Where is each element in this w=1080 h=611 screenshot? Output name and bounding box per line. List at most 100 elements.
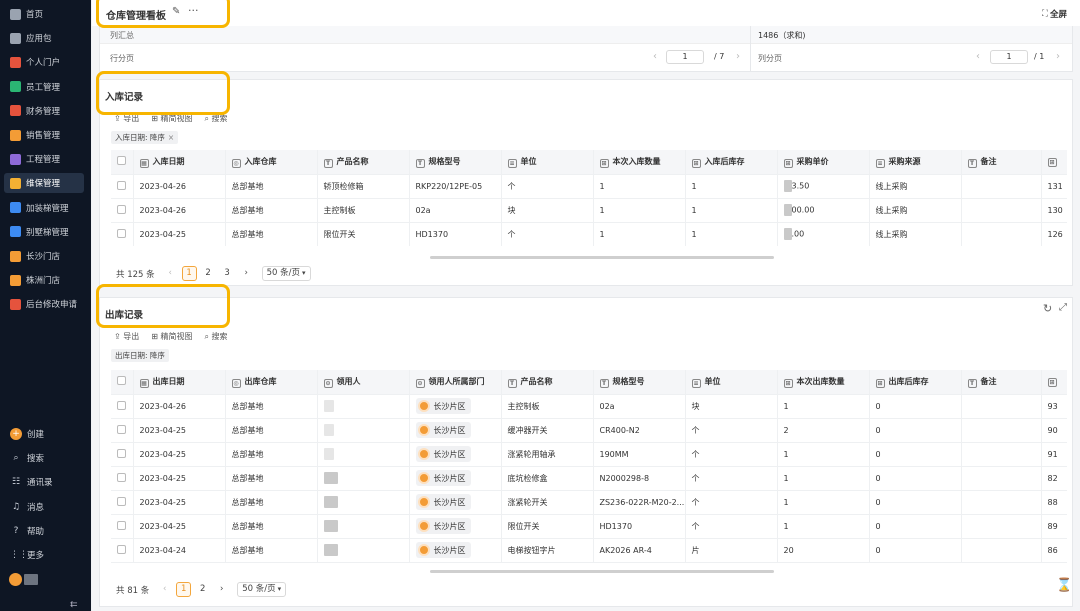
column-header[interactable]: ⊞ 本次出库数量 — [777, 370, 870, 395]
sidebar-item[interactable]: 株洲门店 — [4, 270, 84, 290]
column-header[interactable]: ≡ 采购来源 — [869, 150, 962, 175]
table-cell[interactable]: 00.00 — [777, 198, 870, 223]
table-cell[interactable]: 0 — [869, 490, 962, 515]
table-cell[interactable]: 0 — [869, 538, 962, 563]
table-cell[interactable]: 底坑检修盒 — [501, 466, 594, 491]
table-cell[interactable]: 1 — [777, 490, 870, 515]
table-cell[interactable]: 0 — [869, 394, 962, 419]
column-header[interactable]: ⊞ 出库后库存 — [869, 370, 962, 395]
table-cell[interactable]: 限位开关 — [317, 222, 410, 246]
table-cell[interactable]: 82 — [1041, 466, 1067, 491]
table-cell[interactable]: 线上采购 — [869, 198, 962, 223]
table-cell[interactable]: 总部基地 — [225, 490, 318, 515]
table-cell[interactable]: 2023-04-26 — [133, 174, 226, 199]
table-cell[interactable]: 91 — [1041, 442, 1067, 467]
row-checkbox[interactable] — [111, 174, 134, 199]
column-header[interactable]: ⊞ — [1041, 150, 1067, 175]
department-tag[interactable]: 长沙片区 — [415, 398, 471, 414]
table-cell[interactable]: 2023-04-26 — [133, 198, 226, 223]
row-checkbox[interactable] — [111, 514, 134, 539]
table-cell[interactable]: 块 — [685, 394, 778, 419]
col-page-input[interactable]: 1 — [990, 50, 1028, 64]
sidebar-bottom-item[interactable]: ♫ 消息 — [4, 497, 84, 517]
row-checkbox[interactable] — [111, 418, 134, 443]
table-cell[interactable]: 89 — [1041, 514, 1067, 539]
table-cell[interactable]: 总部基地 — [225, 538, 318, 563]
inbound-sort-filter[interactable]: 入库日期: 降序 × — [111, 131, 179, 144]
col-prev-icon[interactable]: ‹ — [976, 51, 980, 62]
column-header[interactable]: ▦ 出库日期 — [133, 370, 226, 395]
table-cell[interactable] — [317, 394, 410, 419]
table-cell[interactable] — [317, 490, 410, 515]
column-header[interactable]: ▦ 入库日期 — [133, 150, 226, 175]
table-cell[interactable] — [961, 174, 1042, 199]
table-cell[interactable]: 0 — [869, 466, 962, 491]
table-cell[interactable]: 电梯按钮字片 — [501, 538, 594, 563]
outbound-export-button[interactable]: ⇪ 导出 — [114, 331, 139, 342]
table-cell[interactable] — [961, 538, 1042, 563]
sidebar-bottom-item[interactable]: ? 帮助 — [4, 521, 84, 541]
table-cell[interactable]: 个 — [685, 466, 778, 491]
table-cell[interactable]: 总部基地 — [225, 394, 318, 419]
department-tag[interactable]: 长沙片区 — [415, 446, 471, 462]
row-page-input[interactable]: 1 — [666, 50, 704, 64]
table-cell[interactable]: 长沙片区 — [409, 490, 502, 515]
col-next-icon[interactable]: › — [1056, 51, 1060, 62]
table-cell[interactable] — [317, 466, 410, 491]
sidebar-item[interactable]: 销售管理 — [4, 125, 84, 145]
table-cell[interactable]: 1 — [777, 394, 870, 419]
sidebar-bottom-item[interactable]: ⋮⋮ 更多 — [4, 545, 84, 565]
outbound-scrollbar[interactable] — [430, 570, 774, 573]
table-cell[interactable] — [961, 442, 1042, 467]
refresh-icon[interactable]: ↻ — [1043, 302, 1052, 315]
table-row[interactable]: 2023-04-25 总部基地 限位开关 HD1370 个 1 1.00 线上采购 126 — [111, 222, 1067, 246]
row-prev-icon[interactable]: ‹ — [653, 51, 657, 62]
sidebar-item[interactable]: 别墅梯管理 — [4, 222, 84, 242]
table-cell[interactable]: 线上采购 — [869, 174, 962, 199]
row-next-icon[interactable]: › — [736, 51, 740, 62]
table-cell[interactable]: 126 — [1041, 222, 1067, 246]
column-header[interactable]: ⊙ 领用人所属部门 — [409, 370, 502, 395]
table-cell[interactable] — [961, 418, 1042, 443]
table-cell[interactable]: 限位开关 — [501, 514, 594, 539]
table-cell[interactable] — [961, 222, 1042, 246]
column-header[interactable]: T 备注 — [961, 370, 1042, 395]
table-cell[interactable]: 线上采购 — [869, 222, 962, 246]
user-avatar[interactable] — [9, 573, 22, 586]
row-checkbox[interactable] — [111, 538, 134, 563]
table-row[interactable]: 2023-04-26 总部基地 长沙片区 主控制板 02a 块 1 0 93 — [111, 394, 1067, 419]
table-cell[interactable]: 长沙片区 — [409, 514, 502, 539]
table-cell[interactable]: AK2026 AR-4 — [593, 538, 686, 563]
department-tag[interactable]: 长沙片区 — [415, 518, 471, 534]
select-all-checkbox[interactable] — [111, 370, 134, 395]
table-cell[interactable]: 2023-04-25 — [133, 466, 226, 491]
inbound-scrollbar[interactable] — [430, 256, 774, 259]
table-row[interactable]: 2023-04-25 总部基地 长沙片区 涨紧轮用轴承 190MM 个 1 0 91 — [111, 442, 1067, 467]
column-header[interactable]: ◎ 入库仓库 — [225, 150, 318, 175]
fullscreen-button[interactable]: ⛶ 全屏 — [1042, 8, 1067, 20]
table-cell[interactable]: 1 — [593, 174, 686, 199]
table-cell[interactable]: 90 — [1041, 418, 1067, 443]
table-cell[interactable]: 涨紧轮用轴承 — [501, 442, 594, 467]
table-cell[interactable]: 02a — [593, 394, 686, 419]
sidebar-item[interactable]: 维保管理 — [4, 173, 84, 194]
table-cell[interactable]: 130 — [1041, 198, 1067, 223]
table-cell[interactable]: 个 — [685, 514, 778, 539]
next-page-icon[interactable]: › — [214, 582, 229, 597]
department-tag[interactable]: 长沙片区 — [415, 470, 471, 486]
column-header[interactable]: ⊞ 入库后库存 — [685, 150, 778, 175]
table-cell[interactable]: 2023-04-25 — [133, 490, 226, 515]
table-cell[interactable]: 2023-04-25 — [133, 418, 226, 443]
expand-icon[interactable]: ⤢ — [1059, 302, 1067, 313]
close-icon[interactable]: × — [168, 133, 174, 142]
table-cell[interactable]: 长沙片区 — [409, 442, 502, 467]
table-row[interactable]: 2023-04-25 总部基地 长沙片区 涨紧轮开关 ZS236-022R-M20-2.… — [111, 490, 1067, 515]
page-number[interactable]: 2 — [195, 582, 210, 597]
table-cell[interactable]: 20 — [777, 538, 870, 563]
row-checkbox[interactable] — [111, 490, 134, 515]
row-checkbox[interactable] — [111, 222, 134, 246]
table-cell[interactable]: 片 — [685, 538, 778, 563]
sidebar-item[interactable]: 加装梯管理 — [4, 198, 84, 218]
table-cell[interactable]: 个 — [685, 442, 778, 467]
page-size-select[interactable]: 50 条/页 ▾ — [261, 266, 311, 281]
